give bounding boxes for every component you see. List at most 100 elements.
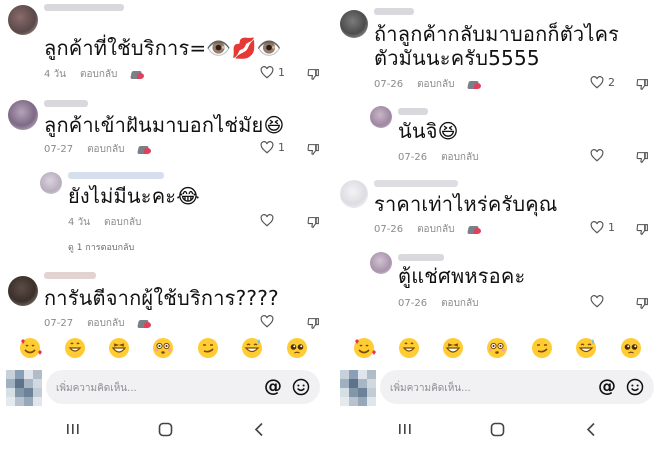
reply-button[interactable]: ตอบกลับ [104, 215, 141, 230]
comment-time: 4 วัน [68, 217, 90, 228]
emoji-smirking-face[interactable] [530, 336, 554, 360]
thumbs-down-icon [307, 69, 319, 81]
emoji-flushed-face[interactable] [151, 336, 175, 360]
heart-icon [260, 141, 274, 154]
view-replies-link[interactable]: ดู 1 การตอบกลับ [68, 240, 134, 254]
username-blurred[interactable] [44, 100, 88, 107]
thumbs-down-icon [307, 318, 319, 330]
dislike-button[interactable] [307, 66, 320, 85]
reply-button[interactable]: ตอบกลับ [417, 77, 454, 92]
dislike-button[interactable] [636, 149, 649, 168]
emoji-smirking-face[interactable] [196, 336, 220, 360]
username-blurred[interactable] [68, 172, 164, 179]
reply-avatar[interactable] [340, 180, 368, 208]
username-blurred[interactable] [44, 272, 96, 279]
like-button[interactable] [260, 214, 274, 227]
comment-meta: 07-27 ตอบกลับ [44, 142, 152, 157]
back-icon[interactable] [254, 422, 264, 437]
creator-liked-icon [130, 70, 145, 80]
my-avatar [6, 370, 42, 406]
dislike-button[interactable] [636, 76, 649, 95]
like-button[interactable] [260, 315, 274, 328]
grinning-face-icon [64, 338, 85, 358]
cold-sweat-face-icon [576, 338, 597, 358]
reply-button[interactable]: ตอบกลับ [80, 67, 117, 82]
heart-icon [260, 214, 274, 227]
commenter-avatar[interactable] [340, 10, 368, 38]
flushed-face-icon [487, 338, 508, 358]
thumbs-down-icon [636, 224, 648, 236]
smiling-face-with-hearts-icon [20, 338, 43, 358]
recent-apps-icon[interactable] [66, 422, 80, 436]
emoji-grinning-face[interactable] [63, 336, 87, 360]
mention-button[interactable]: @ [598, 376, 616, 397]
emoji-grinning-face[interactable] [397, 336, 421, 360]
comment-input[interactable]: เพิ่มความคิดเห็น... @ [380, 370, 654, 404]
comment-text: ลูกค้าเข้าฝันมาบอกไช่มัย😆 [44, 113, 285, 137]
grinning-face-icon [398, 338, 419, 358]
emoji-picker-icon[interactable] [292, 378, 310, 396]
emoji-pleading-face[interactable] [285, 336, 309, 360]
reply-avatar[interactable] [370, 252, 392, 274]
emoji-picker-icon[interactable] [626, 378, 644, 396]
reply-button[interactable]: ตอบกลับ [87, 316, 124, 331]
emoji-cold-sweat-face[interactable] [574, 336, 598, 360]
emoji-laughing-face[interactable] [107, 336, 131, 360]
thumbs-down-icon [636, 298, 648, 310]
comment-text: นันจิ😆 [398, 119, 459, 143]
username-blurred[interactable] [398, 254, 444, 261]
like-button[interactable]: 1 [260, 141, 285, 154]
reply-button[interactable]: ตอบกลับ [87, 142, 124, 157]
mention-button[interactable]: @ [264, 376, 282, 397]
commenter-avatar[interactable] [8, 100, 38, 130]
like-button[interactable] [590, 149, 604, 162]
emoji-pleading-face[interactable] [619, 336, 643, 360]
reply-button[interactable]: ตอบกลับ [417, 222, 454, 237]
like-button[interactable]: 1 [590, 221, 615, 234]
emoji-smiling-face-with-hearts[interactable] [18, 336, 43, 360]
dislike-button[interactable] [307, 214, 320, 233]
username-blurred[interactable] [44, 4, 124, 11]
comments-panel-left: ลูกค้าที่ใช้บริการ=👁️💋👁️ 4 วัน ตอบกลับ 1… [0, 0, 327, 449]
comment-meta: 07-26 ตอบกลับ [374, 77, 482, 92]
comment-time: 07-26 [374, 79, 404, 90]
emoji-cold-sweat-face[interactable] [240, 336, 264, 360]
username-blurred[interactable] [374, 8, 414, 15]
dislike-button[interactable] [636, 295, 649, 314]
like-button[interactable]: 1 [260, 66, 285, 79]
emoji-flushed-face[interactable] [485, 336, 509, 360]
reply-button[interactable]: ตอบกลับ [441, 296, 478, 311]
back-icon[interactable] [586, 422, 596, 437]
quick-emoji-bar [0, 330, 327, 366]
commenter-avatar[interactable] [8, 276, 38, 306]
my-avatar [340, 370, 376, 406]
emoji-laughing-face[interactable] [441, 336, 465, 360]
comment-input-row: เพิ่มความคิดเห็น... @ [0, 366, 327, 408]
username-blurred[interactable] [398, 108, 428, 115]
laughing-face-icon [443, 338, 464, 358]
username-blurred[interactable] [374, 180, 458, 187]
reply-avatar[interactable] [370, 106, 392, 128]
thumbs-down-icon [307, 217, 319, 229]
commenter-avatar[interactable] [8, 5, 38, 35]
reply-avatar[interactable] [40, 172, 62, 194]
quick-emoji-bar [334, 330, 661, 366]
like-button[interactable] [590, 295, 604, 308]
home-icon[interactable] [158, 422, 173, 437]
smirking-face-icon [197, 338, 218, 358]
emoji-smiling-face-with-hearts[interactable] [352, 336, 377, 360]
like-button[interactable]: 2 [590, 76, 615, 89]
comment-text: ลูกค้าที่ใช้บริการ=👁️💋👁️ [44, 36, 282, 60]
recent-apps-icon[interactable] [398, 422, 412, 436]
dislike-button[interactable] [636, 221, 649, 240]
comment-time: 07-26 [398, 152, 428, 163]
dislike-button[interactable] [307, 141, 320, 160]
comment-meta: 07-27 ตอบกลับ [44, 316, 152, 331]
reply-button[interactable]: ตอบกลับ [441, 150, 478, 165]
system-nav-bar [334, 410, 661, 449]
like-count: 1 [278, 66, 285, 79]
panel-divider [327, 0, 334, 449]
smirking-face-icon [531, 338, 552, 358]
comment-input[interactable]: เพิ่มความคิดเห็น... @ [46, 370, 320, 404]
home-icon[interactable] [490, 422, 505, 437]
